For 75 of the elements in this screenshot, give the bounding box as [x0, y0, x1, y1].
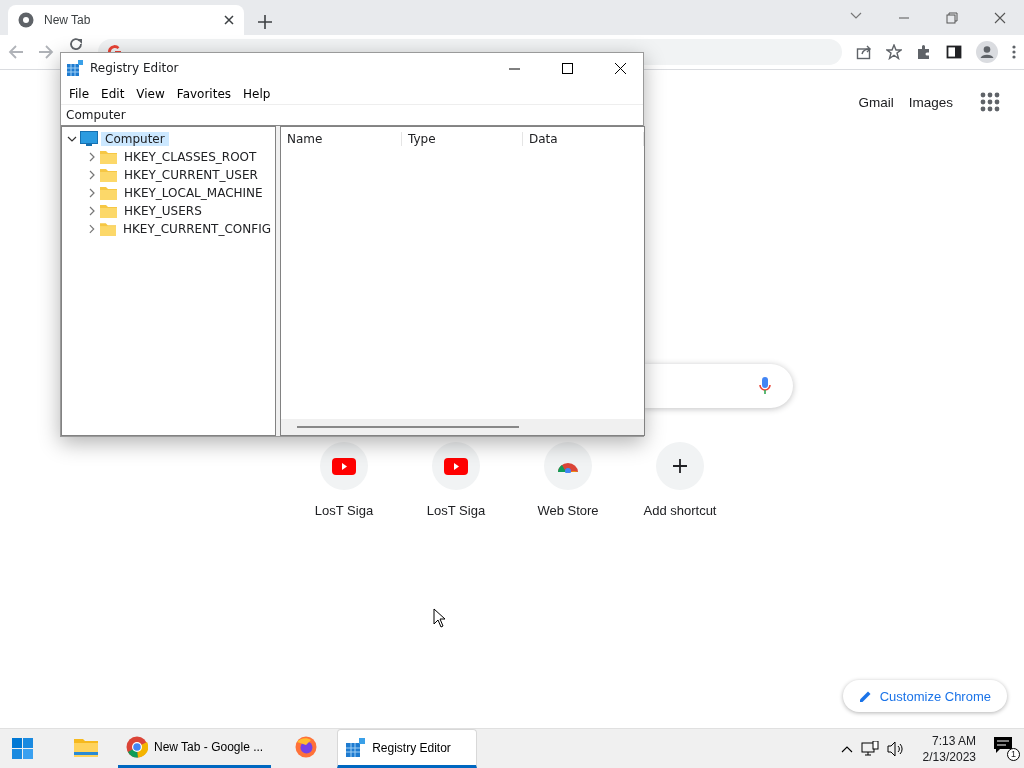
tab-title: New Tab	[44, 13, 92, 27]
header-link[interactable]: Gmail	[858, 94, 894, 110]
chevron-right-icon[interactable]	[87, 224, 97, 234]
horizontal-scrollbar[interactable]	[281, 419, 644, 435]
video-play-icon	[444, 457, 468, 475]
notification-count: 1	[1007, 747, 1020, 761]
chevron-up-icon[interactable]	[840, 744, 853, 753]
taskbar-app[interactable]: Registry Editor	[337, 729, 478, 768]
window-title: Registry Editor	[90, 61, 180, 75]
apps-grid-icon[interactable]	[980, 92, 1000, 112]
customize-chrome-button[interactable]: Customize Chrome	[842, 680, 1007, 712]
registry-cubes-icon	[67, 60, 83, 76]
tree-item[interactable]: HKEY_USERS	[120, 204, 206, 218]
menu-item[interactable]: File	[63, 86, 96, 101]
shortcut-tile[interactable]: LosT Siga	[400, 442, 512, 518]
tab-search-icon[interactable]	[850, 11, 862, 20]
shortcut-tile[interactable]: Add shortcut	[624, 442, 736, 518]
network-icon[interactable]	[860, 740, 879, 757]
chrome-logo-icon	[18, 12, 34, 28]
mouse-pointer-icon	[433, 608, 446, 628]
tree-item[interactable]: HKEY_CURRENT_CONFIG	[118, 222, 275, 236]
tree-item[interactable]: HKEY_LOCAL_MACHINE	[120, 186, 267, 200]
tree-item[interactable]: HKEY_CLASSES_ROOT	[120, 150, 261, 164]
tree-item[interactable]: Computer	[101, 132, 169, 146]
puzzle-icon[interactable]	[916, 44, 932, 60]
shortcut-tile[interactable]: Web Store	[512, 442, 624, 518]
share-icon[interactable]	[856, 44, 872, 60]
folder-icon	[100, 204, 117, 218]
folder-icon	[74, 737, 98, 757]
windows-start-icon[interactable]	[12, 737, 34, 760]
folder-icon	[100, 168, 117, 182]
reload-icon[interactable]	[68, 36, 84, 52]
chevron-down-icon[interactable]	[67, 134, 77, 144]
more-menu-icon[interactable]	[1012, 45, 1016, 59]
chevron-right-icon[interactable]	[87, 170, 97, 180]
tree-item[interactable]: HKEY_CURRENT_USER	[120, 168, 262, 182]
column-header[interactable]: Data	[523, 132, 644, 146]
chevron-right-icon[interactable]	[87, 152, 97, 162]
taskbar-app[interactable]: New Tab - Google ...	[118, 729, 272, 768]
chrome-logo-icon	[126, 736, 148, 758]
folder-icon	[100, 150, 117, 164]
close-icon	[614, 62, 626, 74]
plus-icon	[673, 459, 687, 473]
microphone-icon[interactable]	[759, 377, 771, 395]
fox-globe-icon	[295, 736, 318, 758]
menu-item[interactable]: View	[130, 86, 171, 101]
notification-icon[interactable]	[994, 736, 1012, 753]
folder-icon	[99, 222, 116, 236]
chevron-right-icon[interactable]	[87, 206, 97, 216]
shortcut-tile[interactable]: LosT Siga	[288, 442, 400, 518]
maximize-icon	[561, 62, 573, 74]
close-icon[interactable]	[224, 15, 234, 25]
restore-icon[interactable]	[946, 11, 958, 24]
menu-item[interactable]: Favorites	[170, 86, 238, 101]
profile-icon[interactable]	[976, 41, 998, 63]
clock-date[interactable]: 2/13/2023	[922, 748, 976, 765]
star-icon[interactable]	[886, 44, 902, 60]
side-panel-icon[interactable]	[946, 44, 962, 60]
registry-cubes-icon	[346, 737, 367, 758]
video-play-icon	[332, 457, 356, 475]
column-header[interactable]: Type	[402, 132, 523, 146]
chevron-right-icon[interactable]	[87, 188, 97, 198]
header-link[interactable]: Images	[908, 94, 953, 110]
address-field[interactable]: Computer	[61, 104, 643, 126]
speaker-icon[interactable]	[886, 740, 905, 757]
column-header[interactable]: Name	[281, 132, 402, 146]
new-tab-icon[interactable]	[258, 15, 272, 29]
menu-item[interactable]: Help	[237, 86, 277, 101]
menu-item[interactable]: Edit	[95, 86, 131, 101]
browser-tab[interactable]: New Tab	[8, 5, 244, 35]
clock-time[interactable]: 7:13 AM	[931, 732, 976, 749]
folder-icon	[100, 186, 117, 200]
close-icon[interactable]	[994, 11, 1006, 24]
pencil-icon	[858, 689, 872, 703]
computer-icon	[80, 131, 98, 147]
